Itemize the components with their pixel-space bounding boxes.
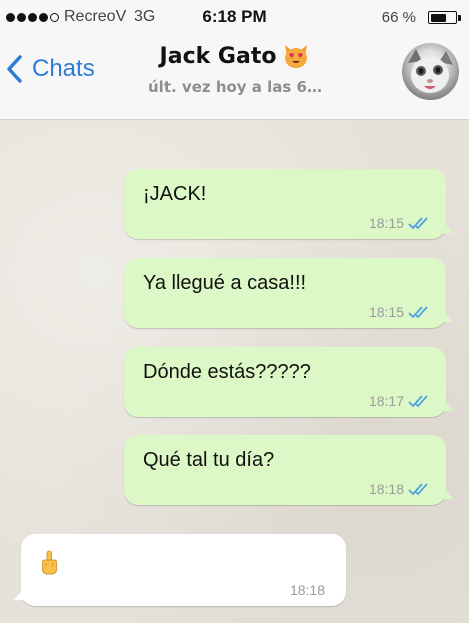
- double-check-icon: [408, 306, 428, 319]
- message-bubble-outgoing[interactable]: ¡JACK! 18:15: [124, 169, 453, 239]
- message-meta: 18:18: [369, 481, 432, 497]
- middle-finger-icon: [42, 550, 57, 575]
- status-bar: RecreoV 3G 6:18 PM 66 %: [0, 0, 469, 36]
- message-time: 18:15: [368, 304, 404, 320]
- last-seen-status: últ. vez hoy a las 6…: [148, 78, 322, 96]
- message-time: 18:17: [368, 393, 404, 409]
- double-check-icon: [408, 483, 428, 496]
- message-text: ¡JACK!: [143, 183, 207, 205]
- message-time: 18:15: [368, 215, 404, 231]
- message-text: Dónde estás?????: [143, 361, 311, 383]
- chevron-left-icon: [7, 55, 22, 83]
- message-bubble-outgoing[interactable]: Qué tal tu día? 18:18: [124, 435, 453, 505]
- message-bubble-outgoing[interactable]: Dónde estás????? 18:17: [124, 347, 453, 417]
- message-text: Qué tal tu día?: [143, 449, 275, 471]
- message-time: 18:18: [289, 582, 325, 598]
- message-bubble-outgoing[interactable]: Ya llegué a casa!!! 18:15: [124, 258, 453, 328]
- battery-icon: [428, 11, 457, 24]
- message-list[interactable]: ¡JACK! 18:15 Ya llegué a casa!!! 18:15 D…: [0, 120, 469, 623]
- chat-header: Chats Jack Gato últ. vez hoy a las 6…: [0, 36, 469, 120]
- message-meta: 18:15: [369, 215, 432, 231]
- message-text: Ya llegué a casa!!!: [143, 272, 307, 294]
- battery-nub: [458, 15, 461, 21]
- message-meta: 18:17: [369, 393, 432, 409]
- contact-info[interactable]: Jack Gato últ. vez hoy a las 6…: [120, 42, 350, 97]
- message-meta: 18:15: [369, 304, 432, 320]
- double-check-icon: [408, 395, 428, 408]
- message-bubble-incoming[interactable]: 18:18: [14, 534, 346, 606]
- back-button-label: Chats: [32, 55, 95, 82]
- double-check-icon: [408, 217, 428, 230]
- back-button[interactable]: Chats: [4, 52, 95, 86]
- contact-name: Jack Gato: [159, 43, 277, 69]
- battery-percent: 66 %: [381, 9, 416, 26]
- cat-avatar-image: [408, 49, 453, 93]
- avatar[interactable]: [402, 43, 459, 100]
- message-time: 18:18: [368, 481, 404, 497]
- heart-eyes-cat-icon: [285, 45, 308, 68]
